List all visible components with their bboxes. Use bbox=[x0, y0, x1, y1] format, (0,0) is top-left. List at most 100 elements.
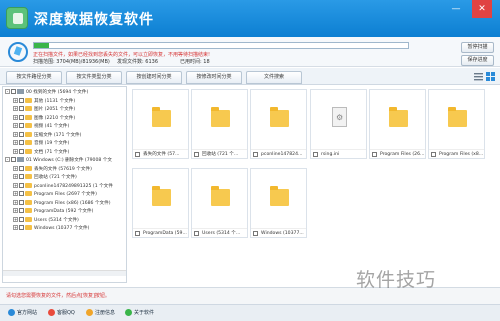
tab-by-created[interactable]: 按创建时间分类 bbox=[126, 71, 182, 84]
tree-node-label: Program Files (2697 个文件) bbox=[34, 192, 97, 197]
tree-node[interactable]: + Program Files (2697 个文件) bbox=[13, 191, 97, 199]
tree-node[interactable]: + 视频 (41 个文件) bbox=[13, 123, 69, 131]
folder-icon bbox=[25, 174, 32, 179]
tree-checkbox[interactable] bbox=[19, 199, 24, 205]
tree-node[interactable]: + Program Files (x86) (1686 个文件) bbox=[13, 199, 111, 208]
expand-toggle-icon[interactable]: + bbox=[13, 208, 18, 213]
expand-toggle-icon[interactable]: - bbox=[5, 89, 10, 94]
expand-toggle-icon[interactable]: + bbox=[13, 216, 18, 222]
file-item[interactable]: rsing.ini bbox=[310, 89, 367, 159]
expand-toggle-icon[interactable]: - bbox=[5, 157, 10, 162]
tree-node[interactable]: + 图像 (2210 个文件) bbox=[13, 114, 75, 123]
tree-node[interactable]: + pconline1478249891325 (1 个文件 bbox=[13, 182, 113, 191]
tree-checkbox[interactable] bbox=[19, 208, 24, 213]
grid-view-icon[interactable] bbox=[486, 72, 495, 81]
tree-node[interactable]: + 回收站 (721 个文件) bbox=[13, 174, 77, 182]
tree-checkbox[interactable] bbox=[19, 216, 24, 222]
tree-checkbox[interactable] bbox=[19, 225, 24, 230]
tree-node[interactable]: - 01 Windows (C:) 删除文件 (79008 个文 bbox=[5, 157, 112, 165]
expand-toggle-icon[interactable]: + bbox=[13, 191, 18, 196]
footer-link-qq[interactable]: 客服QQ bbox=[48, 309, 75, 316]
expand-toggle-icon[interactable]: + bbox=[13, 225, 18, 230]
tree-node-label: ProgramData (592 个文件) bbox=[34, 209, 94, 214]
tree-checkbox[interactable] bbox=[19, 97, 24, 103]
tree-horizontal-scrollbar[interactable] bbox=[3, 270, 126, 276]
tree-checkbox[interactable] bbox=[19, 106, 24, 111]
tree-node[interactable]: + 丢失的文件 (57619 个文件) bbox=[13, 165, 92, 174]
tree-node[interactable]: + ProgramData (592 个文件) bbox=[13, 208, 93, 216]
tree-checkbox[interactable] bbox=[19, 174, 24, 179]
tree-checkbox[interactable] bbox=[19, 148, 24, 154]
expand-toggle-icon[interactable]: + bbox=[13, 140, 18, 145]
tree-checkbox[interactable] bbox=[19, 182, 24, 188]
save-progress-button[interactable]: 保存进度 bbox=[461, 55, 494, 66]
tree-node[interactable]: + 音频 (19 个文件) bbox=[13, 140, 69, 148]
close-button[interactable]: ✕ bbox=[472, 0, 492, 18]
expand-toggle-icon[interactable]: + bbox=[13, 123, 18, 128]
expand-toggle-icon[interactable]: + bbox=[13, 114, 18, 120]
file-item[interactable]: Users (5314 个... bbox=[191, 168, 248, 238]
footer-link-about[interactable]: 关于软件 bbox=[125, 309, 154, 316]
expand-toggle-icon[interactable]: + bbox=[13, 106, 18, 111]
qq-icon bbox=[48, 309, 55, 316]
expand-toggle-icon[interactable]: + bbox=[13, 182, 18, 188]
expand-toggle-icon[interactable]: + bbox=[13, 148, 18, 154]
file-item[interactable]: pconline147824... bbox=[250, 89, 307, 159]
tree-checkbox[interactable] bbox=[19, 114, 24, 120]
tree-node[interactable]: + 其他 (1131 个文件) bbox=[13, 97, 75, 106]
tree-node[interactable]: + 压缩文件 (171 个文件) bbox=[13, 131, 81, 140]
tree-checkbox[interactable] bbox=[19, 131, 24, 137]
folder-icon bbox=[25, 225, 32, 230]
file-name: Windows (10377... bbox=[251, 228, 306, 238]
tree-node[interactable]: - 00 找到的文件 (5694 个文件) bbox=[5, 89, 88, 97]
tab-search[interactable]: 文件搜索 bbox=[246, 71, 302, 84]
folder-icon bbox=[25, 140, 32, 145]
folder-icon bbox=[152, 107, 171, 127]
file-name: pconline147824... bbox=[251, 149, 306, 159]
tree-checkbox[interactable] bbox=[19, 123, 24, 128]
tree-node[interactable]: + Windows (10377 个文件) bbox=[13, 225, 89, 233]
tree-checkbox[interactable] bbox=[19, 140, 24, 145]
tree-node[interactable]: + Users (5314 个文件) bbox=[13, 216, 79, 225]
expand-toggle-icon[interactable]: + bbox=[13, 97, 18, 103]
expand-toggle-icon[interactable]: + bbox=[13, 165, 18, 171]
tab-by-path[interactable]: 按文件路径分类 bbox=[6, 71, 62, 84]
app-logo-icon bbox=[6, 7, 28, 29]
tree-checkbox[interactable] bbox=[11, 89, 16, 94]
file-name: rsing.ini bbox=[311, 149, 366, 159]
expand-toggle-icon[interactable]: + bbox=[13, 174, 18, 179]
folder-icon bbox=[25, 182, 32, 188]
tree-node-label: 音频 (19 个文件) bbox=[34, 141, 70, 146]
tab-by-modified[interactable]: 按修改时间分类 bbox=[186, 71, 242, 84]
folder-icon bbox=[25, 106, 32, 111]
file-item[interactable]: Windows (10377... bbox=[250, 168, 307, 238]
tree-node-label: 00 找到的文件 (5694 个文件) bbox=[26, 90, 89, 95]
folder-icon bbox=[25, 191, 32, 196]
tree-node-label: Program Files (x86) (1686 个文件) bbox=[34, 200, 111, 206]
scan-progress-fill bbox=[34, 43, 49, 48]
file-item[interactable]: 回收站 (721 个... bbox=[191, 89, 248, 159]
file-item[interactable]: ProgramData (59... bbox=[132, 168, 189, 238]
tree-node[interactable]: + 图片 (2051 个文件) bbox=[13, 106, 75, 114]
file-item[interactable]: Program Files (x8... bbox=[428, 89, 485, 159]
footer-link-website[interactable]: 官方网站 bbox=[8, 309, 37, 316]
pause-scan-button[interactable]: 暂停扫描 bbox=[461, 42, 494, 53]
file-item[interactable]: Program Files (26... bbox=[369, 89, 426, 159]
expand-toggle-icon[interactable]: + bbox=[13, 131, 18, 137]
tree-checkbox[interactable] bbox=[19, 165, 24, 171]
tree-checkbox[interactable] bbox=[19, 191, 24, 196]
tree-node[interactable]: + 文档 (71 个文件) bbox=[13, 148, 70, 157]
folder-icon bbox=[25, 165, 32, 171]
tree-checkbox[interactable] bbox=[11, 157, 16, 162]
scan-progress-bar bbox=[33, 42, 409, 49]
tree-node-label: 文档 (71 个文件) bbox=[34, 149, 70, 155]
expand-toggle-icon[interactable]: + bbox=[13, 199, 18, 205]
tree-node-label: 01 Windows (C:) 删除文件 (79008 个文 bbox=[26, 158, 112, 163]
footer-link-register[interactable]: 注册信息 bbox=[86, 309, 115, 316]
app-title: 深度数据恢复软件 bbox=[34, 12, 154, 28]
list-view-icon[interactable] bbox=[474, 72, 483, 81]
file-item[interactable]: 丢失的文件 (57... bbox=[132, 89, 189, 159]
tab-by-type[interactable]: 按文件类型分类 bbox=[66, 71, 122, 84]
minimize-button[interactable]: — bbox=[446, 0, 466, 18]
folder-icon bbox=[25, 208, 32, 213]
